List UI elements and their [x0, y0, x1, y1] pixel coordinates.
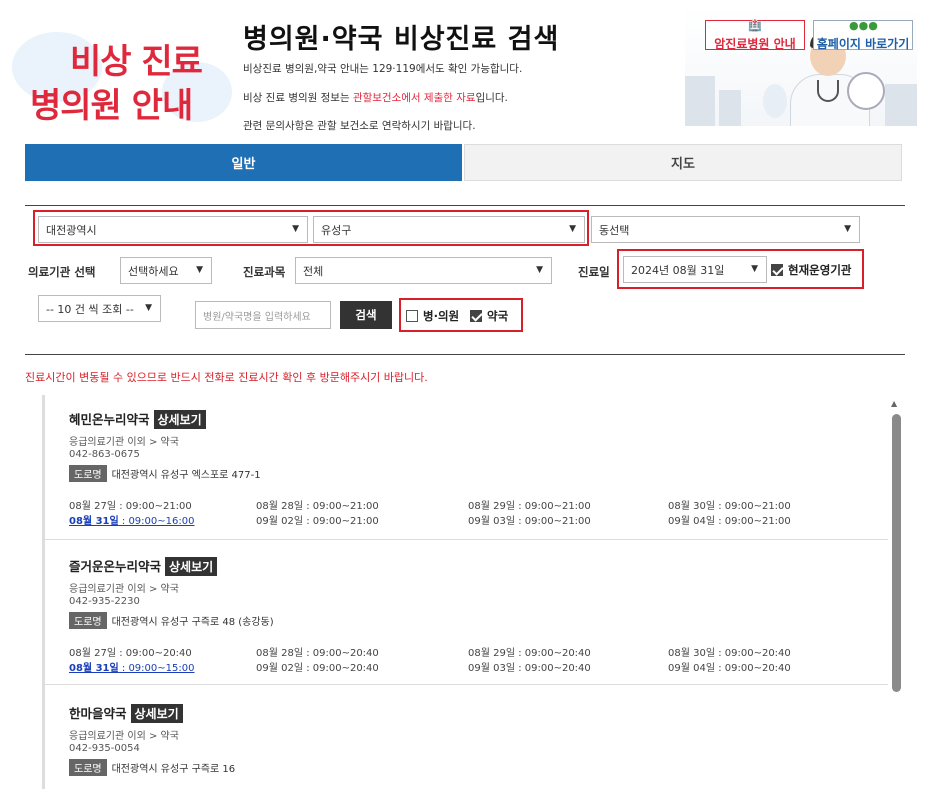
road-tag: 도로명	[69, 759, 107, 776]
hours-item: 08월 27일 : 09:00~20:40	[69, 648, 192, 659]
chevron-down-icon: ▼	[569, 224, 576, 234]
hours-item: 09월 04일 : 09:00~21:00	[668, 516, 791, 527]
chevron-down-icon: ▼	[145, 303, 152, 313]
checkbox-checked-icon	[771, 264, 783, 276]
phone-number: 042-863-0675	[69, 449, 140, 460]
chevron-down-icon: ▼	[536, 265, 543, 275]
detail-button[interactable]: 상세보기	[165, 557, 218, 576]
page-size-select[interactable]: -- 10 건 씩 조회 -- ▼	[38, 295, 161, 322]
hours-item: 08월 30일 : 09:00~21:00	[668, 501, 791, 512]
road-tag: 도로명	[69, 612, 107, 629]
chevron-down-icon: ▼	[196, 265, 203, 275]
detail-button[interactable]: 상세보기	[130, 704, 183, 723]
hours-item-today[interactable]: 08월 31일 : 09:00~15:00	[69, 659, 194, 674]
dept-label: 진료과목	[243, 265, 286, 279]
facility-select[interactable]: 선택하세요 ▼	[120, 257, 212, 284]
chevron-down-icon: ▼	[844, 224, 851, 234]
district-select[interactable]: 유성구 ▼	[313, 216, 585, 243]
banner: 🏥 암진료병원 안내 ●●● 홈페이지 바로가기	[685, 8, 917, 126]
list-item: 즐거운온누리약국 상세보기 응급의료기관 이외 > 약국 042-935-2230…	[45, 540, 888, 685]
chevron-down-icon: ▼	[292, 224, 299, 234]
logo-line-1: 비상 진료	[70, 42, 203, 82]
hours-item: 08월 27일 : 09:00~21:00	[69, 501, 192, 512]
page-title: 병의원·약국 비상진료 검색	[243, 24, 560, 55]
clock-icon	[847, 72, 885, 110]
hours-item-today[interactable]: 08월 31일 : 09:00~16:00	[69, 512, 194, 527]
checkbox-checked-icon	[470, 310, 482, 322]
results-list: 혜민온누리약국 상세보기 응급의료기관 이외 > 약국 042-863-0675 …	[42, 395, 888, 789]
pharmacy-name: 혜민온누리약국 상세보기	[69, 409, 206, 429]
hours-item: 08월 29일 : 09:00~21:00	[468, 501, 591, 512]
hours-item: 08월 28일 : 09:00~21:00	[256, 501, 379, 512]
homepage-button[interactable]: ●●● 홈페이지 바로가기	[813, 19, 913, 51]
clinic-checkbox[interactable]: 병·의원	[406, 308, 459, 324]
cancer-hospital-button[interactable]: 🏥 암진료병원 안내	[705, 19, 805, 51]
address: 도로명 대전광역시 유성구 구즉로 16	[69, 759, 235, 776]
hours-item: 08월 28일 : 09:00~20:40	[256, 648, 379, 659]
hours-item: 09월 03일 : 09:00~20:40	[468, 663, 591, 674]
page-header: 비상 진료 병의원 안내 병의원·약국 비상진료 검색 비상진료 병의원,약국 …	[0, 0, 927, 140]
hours-item: 09월 03일 : 09:00~21:00	[468, 516, 591, 527]
category-text: 응급의료기관 이외 > 약국	[69, 731, 179, 742]
dong-select[interactable]: 동선택 ▼	[591, 216, 860, 243]
checkbox-empty-icon	[406, 310, 418, 322]
search-button[interactable]: 검색	[340, 301, 392, 329]
info-line-3: 관련 문의사항은 관할 보건소로 연락하시기 바랍니다.	[243, 120, 476, 132]
address: 도로명 대전광역시 유성구 구즉로 48 (송강동)	[69, 612, 274, 629]
pharmacy-name: 즐거운온누리약국 상세보기	[69, 556, 218, 576]
logo-line-2: 병의원 안내	[30, 86, 193, 126]
chevron-down-icon: ▼	[751, 264, 758, 274]
dept-select[interactable]: 전체 ▼	[295, 257, 552, 284]
address: 도로명 대전광역시 유성구 엑스포로 477-1	[69, 465, 261, 482]
search-input[interactable]: 병원/약국명을 입력하세요	[195, 301, 331, 329]
pharmacy-checkbox[interactable]: 약국	[470, 308, 508, 324]
road-tag: 도로명	[69, 465, 107, 482]
hospital-icon: 🏥	[748, 19, 762, 32]
list-item: 혜민온누리약국 상세보기 응급의료기관 이외 > 약국 042-863-0675 …	[45, 395, 888, 540]
city-select[interactable]: 대전광역시 ▼	[38, 216, 308, 243]
filter-panel: 대전광역시 ▼ 유성구 ▼ 동선택 ▼ 의료기관 선택 선택하세요 ▼ 진료과목 전체 ▼…	[25, 205, 905, 355]
category-text: 응급의료기관 이외 > 약국	[69, 584, 179, 595]
egen-logo-icon: ●●●	[849, 19, 878, 32]
scrollbar-thumb[interactable]	[892, 414, 901, 692]
logo: 비상 진료 병의원 안내	[12, 22, 232, 132]
hours-item: 08월 30일 : 09:00~20:40	[668, 648, 791, 659]
tab-general[interactable]: 일반	[25, 144, 462, 181]
info-line-1: 비상진료 병의원,약국 안내는 129·119에서도 확인 가능합니다.	[243, 63, 523, 75]
notice-text: 진료시간이 변동될 수 있으므로 반드시 전화로 진료시간 확인 후 방문해주시…	[25, 371, 428, 384]
hours-item: 09월 04일 : 09:00~20:40	[668, 663, 791, 674]
current-open-checkbox[interactable]: 현재운영기관	[771, 262, 851, 278]
hours-item: 09월 02일 : 09:00~21:00	[256, 516, 379, 527]
phone-number: 042-935-0054	[69, 743, 140, 754]
scroll-up-icon[interactable]: ▲	[891, 399, 897, 408]
facility-label: 의료기관 선택	[28, 265, 96, 279]
hours-item: 08월 29일 : 09:00~20:40	[468, 648, 591, 659]
hours-item: 09월 02일 : 09:00~20:40	[256, 663, 379, 674]
date-select[interactable]: 2024년 08월 31일 ▼	[623, 256, 767, 283]
info-line-2: 비상 진료 병의원 정보는 관할보건소에서 제출한 자료입니다.	[243, 92, 508, 104]
detail-button[interactable]: 상세보기	[153, 410, 206, 429]
tab-map[interactable]: 지도	[464, 144, 902, 181]
pharmacy-name: 한마을약국 상세보기	[69, 703, 183, 723]
date-label: 진료일	[578, 265, 610, 279]
phone-number: 042-935-2230	[69, 596, 140, 607]
list-item: 한마을약국 상세보기 응급의료기관 이외 > 약국 042-935-0054 도로…	[45, 685, 888, 789]
category-text: 응급의료기관 이외 > 약국	[69, 437, 179, 448]
